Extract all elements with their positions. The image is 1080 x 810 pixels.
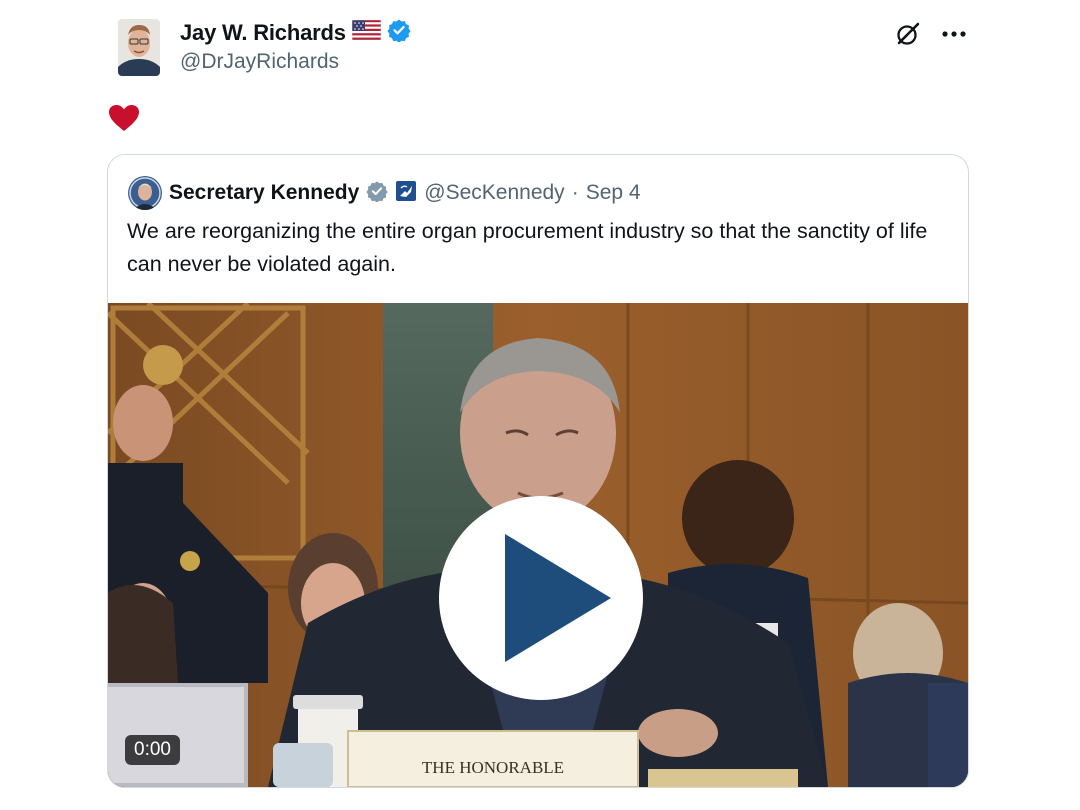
author-handle[interactable]: @DrJayRichards bbox=[180, 50, 339, 74]
post-actions bbox=[894, 20, 968, 48]
quoted-header: Secretary Kennedy @SecKennedy · Sep 4 bbox=[128, 176, 641, 210]
separator-dot: · bbox=[571, 181, 579, 204]
quoted-text: We are reorganizing the entire organ pro… bbox=[127, 219, 928, 276]
play-icon bbox=[505, 534, 611, 662]
quoted-avatar[interactable] bbox=[128, 176, 162, 210]
quoted-name[interactable]: Secretary Kennedy bbox=[169, 181, 359, 205]
quoted-handle[interactable]: @SecKennedy bbox=[424, 181, 564, 205]
author-name-row: Jay W. Richards bbox=[180, 18, 411, 47]
quoted-post[interactable]: Secretary Kennedy @SecKennedy · Sep 4 We… bbox=[107, 154, 969, 788]
video-player[interactable]: THE HONORABLE 0:00 bbox=[108, 303, 968, 787]
more-icon[interactable] bbox=[940, 20, 968, 48]
government-affiliation-icon[interactable] bbox=[395, 180, 417, 207]
heart-icon bbox=[108, 104, 140, 132]
video-timestamp: 0:00 bbox=[125, 735, 180, 765]
play-button[interactable] bbox=[439, 496, 643, 700]
author-name[interactable]: Jay W. Richards bbox=[180, 20, 346, 46]
verified-badge-icon[interactable] bbox=[387, 18, 411, 47]
us-flag-icon bbox=[351, 19, 382, 45]
gray-verified-badge-icon[interactable] bbox=[366, 180, 388, 207]
grok-icon[interactable] bbox=[894, 20, 922, 48]
nameplate-text: THE HONORABLE bbox=[422, 758, 564, 777]
author-avatar[interactable] bbox=[118, 19, 160, 76]
quoted-date[interactable]: Sep 4 bbox=[586, 181, 641, 205]
